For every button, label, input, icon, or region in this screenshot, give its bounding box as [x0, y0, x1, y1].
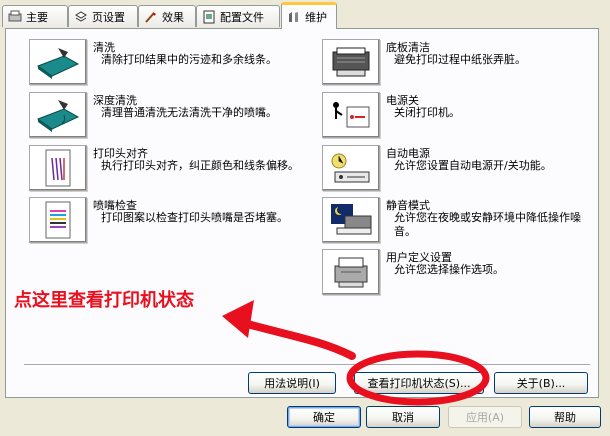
print-head-alignment-item[interactable]: 打印头对齐 执行打印头对齐，纠正颜色和线条偏移。: [29, 145, 299, 193]
tab-label: 主要: [26, 10, 48, 24]
bottom-plate-cleaning-item[interactable]: 底板清洁 避免打印过程中纸张弄脏。: [322, 39, 592, 87]
custom-settings-icon[interactable]: [322, 249, 380, 295]
item-desc: 打印图案以检查打印头喷嘴是否堵塞。: [101, 211, 288, 224]
help-button[interactable]: 帮助: [529, 406, 601, 428]
power-off-item[interactable]: 电源关 关闭打印机。: [322, 92, 592, 140]
item-desc: 清理普通清洗无法清洗干净的喷嘴。: [101, 106, 277, 119]
tab-page-setup[interactable]: 页设置: [68, 5, 138, 27]
annotation-text: 点这里查看打印机状态: [14, 290, 194, 311]
tab-label: 配置文件: [220, 10, 264, 24]
auto-power-item[interactable]: 自动电源 允许您设置自动电源开/关功能。: [322, 145, 592, 193]
maintenance-panel: 清洗 清除打印结果中的污迹和多余线条。 深度清洗 清理普通清洗无法清洗干净的喷嘴…: [5, 28, 599, 398]
bottom-plate-cleaning-icon[interactable]: [322, 39, 380, 85]
about-button[interactable]: 关于(B)...: [494, 372, 588, 394]
cancel-button[interactable]: 取消: [366, 406, 440, 428]
tab-maintenance[interactable]: 维护: [281, 2, 337, 29]
print-head-alignment-icon[interactable]: [29, 145, 87, 191]
tab-label: 维护: [305, 11, 327, 24]
custom-settings-item[interactable]: 用户定义设置 允许您选择操作选项。: [322, 249, 592, 297]
apply-button[interactable]: 应用(A): [448, 406, 522, 428]
item-desc: 允许您设置自动电源开/关功能。: [394, 159, 552, 172]
effects-icon: [144, 10, 158, 24]
item-desc: 避免打印过程中纸张弄脏。: [394, 53, 526, 66]
tab-label: 页设置: [92, 10, 125, 24]
tab-effects[interactable]: 效果: [138, 5, 196, 27]
nozzle-check-item[interactable]: 喷嘴检查 打印图案以检查打印头喷嘴是否堵塞。: [29, 197, 299, 245]
deep-cleaning-item[interactable]: 深度清洗 清理普通清洗无法清洗干净的喷嘴。: [29, 92, 299, 140]
nozzle-check-icon[interactable]: [29, 197, 87, 243]
ok-button[interactable]: 确定: [287, 406, 361, 428]
item-desc: 允许您在夜晚或安静环境中降低操作噪音。: [394, 211, 581, 238]
quiet-mode-item[interactable]: 静音模式 允许您在夜晚或安静环境中降低操作噪音。: [322, 197, 592, 245]
deep-cleaning-icon[interactable]: [29, 92, 87, 138]
cleaning-icon[interactable]: [29, 39, 87, 85]
instructions-button[interactable]: 用法说明(I): [248, 372, 336, 394]
view-printer-status-button[interactable]: 查看打印机状态(S)...: [354, 372, 484, 394]
tab-bar: 主要 页设置 效果 配置文件 维护: [0, 0, 610, 29]
item-desc: 允许您选择操作选项。: [394, 263, 504, 276]
tab-main[interactable]: 主要: [2, 5, 68, 27]
panel-separator: [24, 364, 590, 366]
profile-icon: [202, 10, 216, 24]
tab-label: 效果: [162, 10, 184, 24]
item-desc: 执行打印头对齐，纠正颜色和线条偏移。: [101, 159, 299, 172]
main-icon: [8, 10, 22, 24]
maintenance-icon: [287, 10, 301, 24]
item-desc: 清除打印结果中的污迹和多余线条。: [101, 53, 277, 66]
item-desc: 关闭打印机。: [394, 106, 460, 119]
auto-power-icon[interactable]: [322, 145, 380, 191]
power-off-icon[interactable]: [322, 92, 380, 138]
page-setup-icon: [74, 10, 88, 24]
tab-profile[interactable]: 配置文件: [196, 5, 280, 27]
quiet-mode-icon[interactable]: [322, 197, 380, 243]
cleaning-item[interactable]: 清洗 清除打印结果中的污迹和多余线条。: [29, 39, 299, 87]
